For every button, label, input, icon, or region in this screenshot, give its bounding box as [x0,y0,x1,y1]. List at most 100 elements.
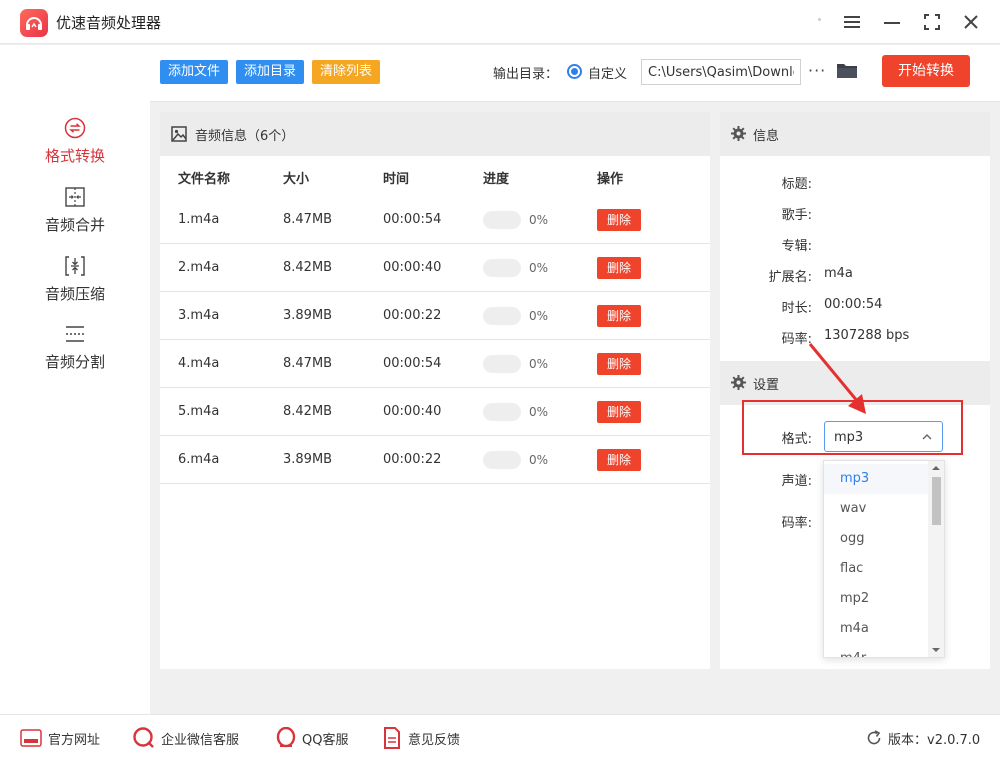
sidebar-item-label: 音频合并 [0,214,150,235]
title-bar: 优速音频处理器 [0,0,1000,44]
table-row[interactable]: 4.m4a 8.47MB 00:00:54 0% 删除 [160,340,710,388]
column-header-action: 操作 [597,168,623,187]
progress-text: 0% [529,453,548,467]
dropdown-option-m4r[interactable]: m4r [824,644,930,658]
progress-bar [483,259,521,277]
progress-bar [483,403,521,421]
audio-panel-title: 音频信息（6个） [195,125,294,144]
feedback-link[interactable]: 意见反馈 [408,729,460,748]
format-dropdown: mp3wavoggflacmp2m4am4r [823,460,945,658]
delete-button[interactable]: 删除 [597,305,641,327]
file-name-cell: 2.m4a [178,260,219,275]
custom-radio[interactable] [567,64,582,79]
output-path-input[interactable] [641,59,801,85]
progress-text: 0% [529,405,548,419]
audio-panel-header: 音频信息（6个） [160,112,710,156]
file-time-cell: 00:00:40 [383,260,441,275]
gear-icon [731,126,746,141]
table-row[interactable]: 1.m4a8.47MB00:00:540%删除 [160,196,710,244]
sidebar-item-label: 音频分割 [0,351,150,372]
dropdown-option-flac[interactable]: flac [824,554,930,584]
info-key-ext: 扩展名: [720,266,812,285]
sidebar-item-split[interactable]: 音频分割 [0,323,150,389]
progress-bar [483,211,521,229]
file-name-cell: 3.m4a [178,308,219,323]
gear-icon [731,375,746,390]
info-key-duration: 时长: [720,297,812,316]
format-convert-icon [64,117,86,139]
table-row[interactable]: 3.m4a3.89MB00:00:220%删除 [160,292,710,340]
add-file-button[interactable]: 添加文件 [160,60,228,84]
file-time-cell: 00:00:22 [383,452,441,467]
website-icon [20,729,42,751]
delete-button[interactable]: 删除 [597,209,641,231]
sidebar-item-merge[interactable]: 音频合并 [0,186,150,252]
bitrate-label: 码率: [720,512,812,531]
file-size-cell: 8.47MB [283,356,332,371]
info-title: 信息 [753,125,779,144]
dropdown-option-m4a[interactable]: m4a [824,614,930,644]
file-name-cell: 6.m4a [178,452,219,467]
dropdown-option-wav[interactable]: wav [824,494,930,524]
maximize-icon[interactable] [920,10,944,34]
file-time-cell: 00:00:54 [383,356,441,371]
feedback-icon [383,727,401,753]
version-label: 版本：v2.0.7.0 [888,729,980,748]
table-row[interactable]: 2.m4a8.42MB00:00:400%删除 [160,244,710,292]
scroll-down-icon[interactable] [932,647,940,653]
file-time-cell: 00:00:54 [383,212,441,227]
progress-text: 0% [529,213,548,227]
refresh-icon[interactable] [866,730,882,750]
clear-list-button[interactable]: 清除列表 [312,60,380,84]
delete-button[interactable]: 删除 [597,401,641,423]
website-link[interactable]: 官方网址 [48,729,100,748]
file-name-cell: 5.m4a [178,404,219,419]
delete-button[interactable]: 删除 [597,353,641,375]
file-name-cell: 4.m4a [178,356,219,371]
file-time-cell: 00:00:22 [383,308,441,323]
info-header: 信息 [720,112,990,156]
footer: 官方网址 企业微信客服 QQ客服 意见反馈 版本：v2.0.7.0 [0,714,1000,760]
more-button[interactable]: ··· [808,61,826,80]
progress-text: 0% [529,309,548,323]
delete-button[interactable]: 删除 [597,449,641,471]
wechat-support-link[interactable]: 企业微信客服 [161,729,239,748]
file-time-cell: 00:00:40 [383,404,441,419]
merge-icon [64,186,86,208]
start-convert-button[interactable]: 开始转换 [882,55,970,87]
info-value-duration: 00:00:54 [824,297,882,312]
table-row[interactable]: 6.m4a3.89MB00:00:220%删除 [160,436,710,484]
dropdown-option-mp2[interactable]: mp2 [824,584,930,614]
column-header-time: 时间 [383,168,409,187]
sidebar: 格式转换 音频合并 音频压缩 音频分割 [0,45,150,714]
column-header-progress: 进度 [483,168,509,187]
compress-icon [64,255,86,277]
minimize-icon[interactable] [880,10,904,34]
close-icon[interactable] [959,10,983,34]
scrollbar-thumb[interactable] [932,477,941,525]
qq-support-link[interactable]: QQ客服 [302,729,348,748]
table-row[interactable]: 5.m4a8.42MB00:00:400%删除 [160,388,710,436]
column-header-size: 大小 [283,168,309,187]
app-title: 优速音频处理器 [56,12,161,33]
custom-radio-label: 自定义 [588,63,627,82]
info-key-bitrate: 码率: [720,328,812,347]
menu-icon[interactable] [840,10,864,34]
dropdown-option-mp3[interactable]: mp3 [824,464,930,494]
scroll-up-icon[interactable] [932,465,940,471]
progress-text: 0% [529,357,548,371]
add-dir-button[interactable]: 添加目录 [236,60,304,84]
output-dir-label: 输出目录： [493,63,558,82]
sidebar-item-compress[interactable]: 音频压缩 [0,255,150,321]
info-key-album: 专辑: [720,235,812,254]
delete-button[interactable]: 删除 [597,257,641,279]
dropdown-option-ogg[interactable]: ogg [824,524,930,554]
sidebar-item-format-convert[interactable]: 格式转换 [0,117,150,183]
dropdown-scrollbar[interactable] [928,461,944,658]
progress-bar [483,307,521,325]
folder-icon[interactable] [836,61,858,83]
decorative-dot [818,18,821,21]
toolbar: 添加文件 添加目录 清除列表 输出目录： 自定义 ··· 开始转换 [150,45,1000,102]
split-icon [64,323,86,345]
progress-bar [483,355,521,373]
